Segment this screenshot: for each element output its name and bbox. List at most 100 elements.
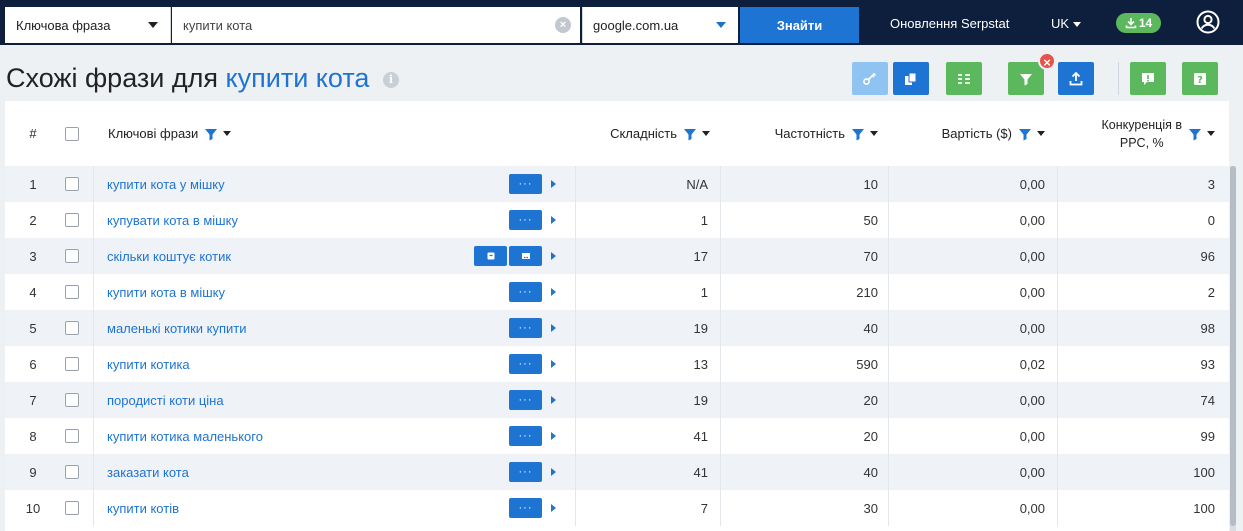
columns-button[interactable]: [946, 62, 982, 95]
row-checkbox[interactable]: [65, 321, 79, 335]
filter-icon[interactable]: [1018, 127, 1032, 141]
row-checkbox-cell: [65, 274, 79, 310]
expand-arrow-icon[interactable]: [551, 216, 556, 224]
expand-arrow-icon[interactable]: [551, 360, 556, 368]
keyword-link[interactable]: скільки коштує котик: [107, 249, 231, 264]
user-profile-icon[interactable]: [1196, 10, 1220, 34]
expand-arrow-icon[interactable]: [551, 504, 556, 512]
row-checkbox[interactable]: [65, 285, 79, 299]
language-select[interactable]: UK: [1051, 16, 1082, 31]
sort-caret-icon[interactable]: [1207, 131, 1215, 136]
title-keyword[interactable]: купити кота: [226, 63, 370, 93]
more-actions-button[interactable]: ···: [509, 498, 542, 518]
column-divider: [720, 382, 721, 418]
keyword-link[interactable]: купувати кота в мішку: [107, 213, 238, 228]
row-checkbox[interactable]: [65, 393, 79, 407]
more-actions-button[interactable]: ···: [509, 282, 542, 302]
info-icon[interactable]: i: [382, 71, 399, 88]
cost-cell: 0,00: [1019, 320, 1045, 336]
keyword-link[interactable]: купити котів: [107, 501, 179, 516]
clear-filter-icon[interactable]: ×: [1038, 52, 1056, 70]
shop-feature-button[interactable]: [509, 246, 542, 266]
more-actions-button[interactable]: ···: [509, 390, 542, 410]
updates-link[interactable]: Оновлення Serpstat: [890, 16, 1009, 31]
filter-icon: [1020, 73, 1032, 85]
header-competition[interactable]: Конкуренція в PPC, %: [1065, 101, 1215, 166]
table-row[interactable]: 3 скільки коштує котик 17 70 0,00 96: [5, 238, 1229, 274]
expand-arrow-icon[interactable]: [551, 288, 556, 296]
copy-icon: [905, 72, 917, 85]
sort-caret-icon[interactable]: [702, 131, 710, 136]
keyword-link[interactable]: купити кота в мішку: [107, 285, 225, 300]
volume-cell: 50: [863, 212, 878, 228]
column-divider: [720, 166, 721, 202]
sort-caret-icon[interactable]: [223, 131, 232, 136]
export-button[interactable]: [1058, 62, 1094, 95]
more-actions-button[interactable]: ···: [509, 462, 542, 482]
filter-icon[interactable]: [1188, 127, 1202, 141]
column-divider: [720, 418, 721, 454]
row-checkbox[interactable]: [65, 465, 79, 479]
more-actions-button[interactable]: ···: [509, 318, 542, 338]
more-actions-button[interactable]: ···: [509, 174, 542, 194]
more-actions-button[interactable]: ···: [509, 354, 542, 374]
keyword-link[interactable]: купити котика маленького: [107, 429, 263, 444]
expand-arrow-icon[interactable]: [551, 432, 556, 440]
filter-icon[interactable]: [851, 127, 865, 141]
expand-arrow-icon[interactable]: [551, 180, 556, 188]
sort-caret-icon[interactable]: [870, 131, 878, 136]
row-checkbox[interactable]: [65, 429, 79, 443]
column-divider: [1057, 202, 1058, 238]
competition-cell: 74: [1200, 392, 1215, 408]
language-label: UK: [1051, 16, 1070, 31]
expand-arrow-icon[interactable]: [551, 252, 556, 260]
search-input[interactable]: [172, 7, 580, 43]
header-cost[interactable]: Вартість ($): [890, 101, 1045, 166]
filter-icon[interactable]: [204, 127, 218, 141]
find-button[interactable]: Знайти: [740, 7, 859, 43]
table-row[interactable]: 4 купити кота в мішку ··· 1 210 0,00 2: [5, 274, 1229, 310]
more-actions-button[interactable]: ···: [509, 210, 542, 230]
filter-icon[interactable]: [683, 127, 697, 141]
row-checkbox[interactable]: [65, 213, 79, 227]
expand-arrow-icon[interactable]: [551, 324, 556, 332]
scrollbar-thumb[interactable]: [1230, 166, 1236, 526]
filter-button[interactable]: [1008, 62, 1044, 95]
header-keyword[interactable]: Ключові фрази: [108, 101, 232, 166]
keyword-link[interactable]: маленькі котики купити: [107, 321, 247, 336]
header-volume[interactable]: Частотність: [723, 101, 878, 166]
row-checkbox[interactable]: [65, 249, 79, 263]
table-row[interactable]: 10 купити котів ··· 7 30 0,00 100: [5, 490, 1229, 526]
clear-search-icon[interactable]: ×: [555, 17, 571, 33]
select-all-checkbox[interactable]: [65, 126, 79, 141]
row-checkbox[interactable]: [65, 177, 79, 191]
keyword-link[interactable]: купити котика: [107, 357, 190, 372]
more-actions-button[interactable]: ···: [509, 426, 542, 446]
database-select[interactable]: google.com.ua: [582, 7, 738, 43]
sort-caret-icon[interactable]: [1037, 131, 1045, 136]
table-row[interactable]: 2 купувати кота в мішку ··· 1 50 0,00 0: [5, 202, 1229, 238]
report-issue-button[interactable]: [1130, 62, 1166, 95]
competition-cell: 0: [1207, 212, 1215, 228]
table-row[interactable]: 5 маленькі котики купити ··· 19 40 0,00 98: [5, 310, 1229, 346]
key-button[interactable]: [852, 62, 888, 95]
downloads-badge[interactable]: 14: [1116, 13, 1161, 33]
expand-arrow-icon[interactable]: [551, 468, 556, 476]
table-row[interactable]: 8 купити котика маленького ··· 41 20 0,00 99: [5, 418, 1229, 454]
keyword-link[interactable]: заказати кота: [107, 465, 189, 480]
keyword-link[interactable]: породисті коти ціна: [107, 393, 224, 408]
table-row[interactable]: 7 породисті коти ціна ··· 19 20 0,00 74: [5, 382, 1229, 418]
serp-features-button[interactable]: [474, 246, 507, 266]
keyword-link[interactable]: купити кота у мішку: [107, 177, 225, 192]
copy-button[interactable]: [893, 62, 929, 95]
more-icon: ···: [518, 502, 533, 514]
row-checkbox[interactable]: [65, 501, 79, 515]
row-checkbox[interactable]: [65, 357, 79, 371]
table-row[interactable]: 6 купити котика ··· 13 590 0,02 93: [5, 346, 1229, 382]
search-type-select[interactable]: Ключова фраза: [5, 7, 171, 43]
help-button[interactable]: ?: [1182, 62, 1218, 95]
table-row[interactable]: 9 заказати кота ··· 41 40 0,00 100: [5, 454, 1229, 490]
header-difficulty[interactable]: Складність: [580, 101, 710, 166]
expand-arrow-icon[interactable]: [551, 396, 556, 404]
table-row[interactable]: 1 купити кота у мішку ··· N/A 10 0,00 3: [5, 166, 1229, 202]
